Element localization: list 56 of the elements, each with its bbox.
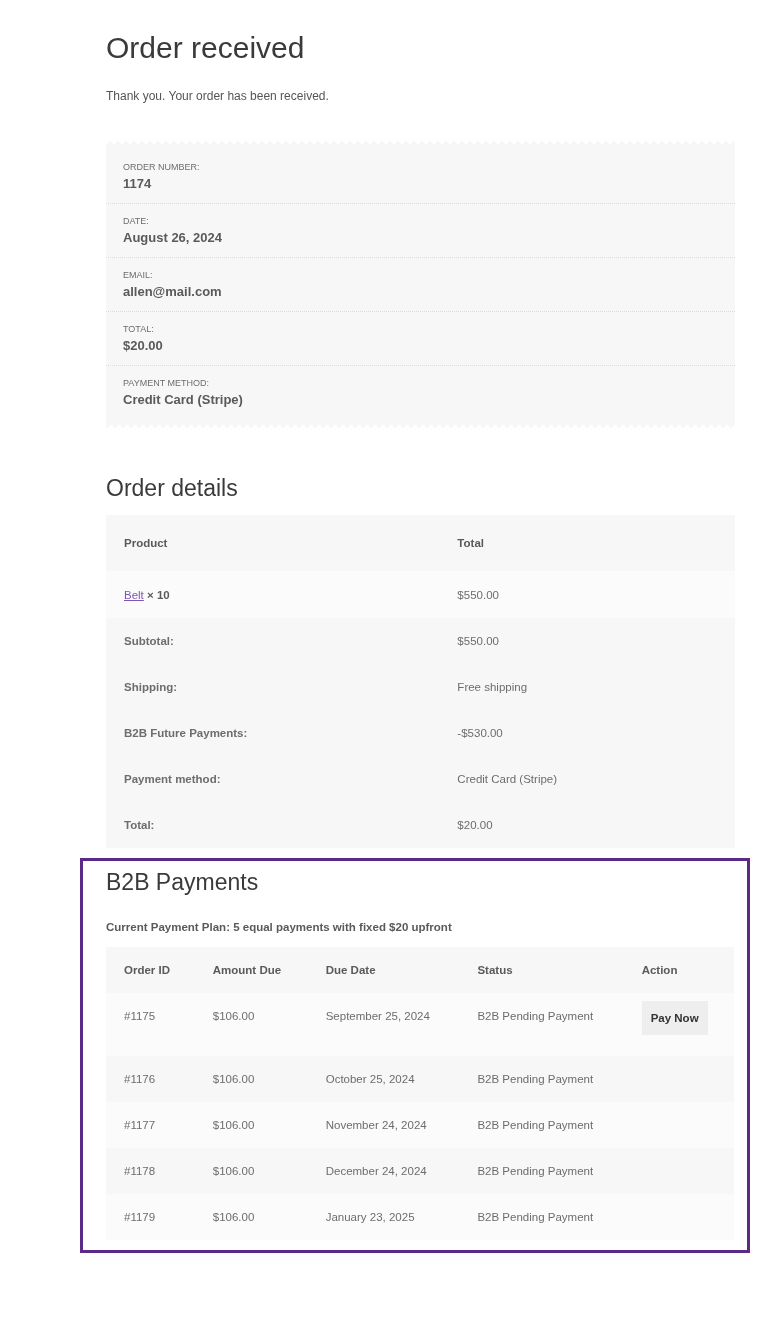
table-cell: $106.00 bbox=[194, 1056, 308, 1102]
table-cell: November 24, 2024 bbox=[307, 1102, 460, 1148]
overview-label: DATE: bbox=[123, 216, 149, 226]
table-cell: #1175 bbox=[106, 993, 195, 1056]
table-cell: $106.00 bbox=[194, 1148, 308, 1194]
table-cell: #1178 bbox=[106, 1148, 195, 1194]
column-header: Status bbox=[459, 947, 624, 993]
table-cell: B2B Pending Payment bbox=[459, 1148, 624, 1194]
section-heading: B2B Payments bbox=[106, 868, 260, 897]
table-cell: $106.00 bbox=[194, 1102, 308, 1148]
column-header: Product bbox=[106, 515, 440, 571]
pay-now-button[interactable]: Pay Now bbox=[641, 1001, 708, 1035]
overview-label: TOTAL: bbox=[123, 324, 154, 334]
table-cell: September 25, 2024 bbox=[307, 993, 460, 1056]
total-label: B2B Future Payments: bbox=[106, 710, 440, 756]
table-cell: January 23, 2025 bbox=[307, 1194, 460, 1240]
column-header: Amount Due bbox=[194, 947, 308, 993]
column-header: Due Date bbox=[307, 947, 460, 993]
table-cell: #1179 bbox=[106, 1194, 195, 1240]
table-cell: October 25, 2024 bbox=[307, 1056, 460, 1102]
table-cell: #1177 bbox=[106, 1102, 195, 1148]
total-label: Payment method: bbox=[106, 756, 440, 802]
overview-value: August 26, 2024 bbox=[123, 230, 222, 245]
table-cell: December 24, 2024 bbox=[307, 1148, 460, 1194]
total-value: $550.00 bbox=[439, 618, 735, 664]
total-label: Shipping: bbox=[106, 664, 440, 710]
table-cell: B2B Pending Payment bbox=[459, 1056, 624, 1102]
table-cell: $106.00 bbox=[194, 1194, 308, 1240]
overview-value: $20.00 bbox=[123, 338, 163, 353]
table-cell: $550.00 bbox=[439, 571, 735, 618]
page-title: Order received bbox=[106, 30, 306, 66]
table-cell: B2B Pending Payment bbox=[459, 1102, 624, 1148]
overview-value: allen@mail.com bbox=[123, 284, 222, 299]
total-value: Free shipping bbox=[439, 664, 735, 710]
column-header: Order ID bbox=[106, 947, 195, 993]
product-link[interactable]: Belt bbox=[124, 588, 144, 601]
table-cell: $106.00 bbox=[194, 993, 308, 1056]
table-cell: B2B Pending Payment bbox=[459, 1194, 624, 1240]
column-header: Total bbox=[439, 515, 735, 571]
overview-label: EMAIL: bbox=[123, 270, 153, 280]
product-quantity: × 10 bbox=[147, 588, 170, 601]
overview-value: 1174 bbox=[123, 176, 152, 191]
table-cell: B2B Pending Payment bbox=[459, 993, 624, 1056]
column-header: Action bbox=[623, 947, 734, 993]
total-label: Subtotal: bbox=[106, 618, 440, 664]
total-label: Total: bbox=[106, 802, 440, 848]
overview-label: ORDER NUMBER: bbox=[123, 162, 200, 172]
table-cell: #1176 bbox=[106, 1056, 195, 1102]
total-value: Credit Card (Stripe) bbox=[439, 756, 735, 802]
overview-label: PAYMENT METHOD: bbox=[123, 378, 209, 388]
section-heading: Order details bbox=[106, 474, 239, 503]
payment-plan: Current Payment Plan: 5 equal payments with fixed $20 upfront bbox=[106, 921, 453, 933]
total-value: -$530.00 bbox=[439, 710, 735, 756]
overview-value: Credit Card (Stripe) bbox=[123, 392, 243, 407]
total-value: $20.00 bbox=[439, 802, 735, 848]
order-received-notice: Thank you. Your order has been received. bbox=[106, 88, 330, 104]
